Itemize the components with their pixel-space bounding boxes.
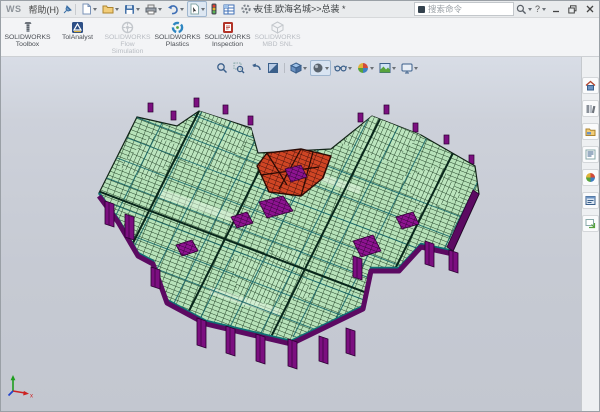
close-button[interactable] (582, 2, 597, 16)
pin-icon[interactable] (63, 5, 72, 14)
solidworks-logo-partial: WS (3, 4, 25, 14)
assembly-model[interactable] (1, 57, 584, 412)
addin-solidworks-toolbox[interactable]: SOLIDWORKS Toolbox (3, 19, 52, 55)
rebuild-traffic-light-button[interactable] (208, 1, 220, 17)
section-view-icon[interactable] (265, 60, 281, 76)
file-explorer-icon[interactable] (582, 123, 599, 140)
previous-view-icon[interactable] (248, 60, 264, 76)
search-placeholder: 搜索命令 (428, 3, 462, 15)
headsup-separator (284, 63, 285, 73)
plastics-icon (171, 21, 184, 34)
print-button[interactable] (143, 2, 164, 17)
view-settings-icon[interactable] (399, 60, 420, 76)
addin-plastics[interactable]: SOLIDWORKS Plastics (153, 19, 202, 55)
headsup-view-toolbar (214, 60, 420, 76)
main-area: x (1, 57, 599, 411)
undo-button[interactable] (165, 2, 186, 17)
titlebar-right: 搜索命令 ? (414, 2, 597, 16)
new-document-button[interactable] (79, 1, 99, 17)
toolbox-bolt-icon (22, 21, 34, 34)
flow-simulation-icon (121, 21, 134, 34)
select-button[interactable] (187, 1, 207, 17)
quick-access-toolbar (79, 1, 259, 17)
addins-toolbar: SOLIDWORKS Toolbox TolAnalyst SOLIDWORKS… (1, 18, 599, 57)
hide-show-items-icon[interactable] (332, 60, 354, 76)
solidworks-window: WS 帮助(H) (0, 0, 600, 412)
triad-x-label: x (30, 394, 33, 400)
view-orientation-icon[interactable] (288, 60, 309, 76)
document-title: 友佳.欧海名城>>总装 * (254, 1, 345, 17)
view-palette-icon[interactable] (582, 146, 599, 163)
addin-flow-simulation: SOLIDWORKS Flow Simulation (103, 19, 152, 55)
restore-button[interactable] (565, 2, 580, 16)
apply-scene-icon[interactable] (377, 60, 398, 76)
mbd-cube-icon (271, 21, 284, 34)
solidworks-forum-icon[interactable] (582, 215, 599, 232)
toolbar-separator (75, 4, 76, 15)
inspection-icon (222, 21, 234, 34)
edit-appearance-icon[interactable] (355, 60, 376, 76)
search-magnifier-icon[interactable] (516, 4, 532, 15)
zoom-to-fit-icon[interactable] (214, 60, 230, 76)
zoom-to-area-icon[interactable] (231, 60, 247, 76)
menu-help[interactable]: 帮助(H) (25, 3, 64, 16)
minimize-button[interactable] (548, 2, 563, 16)
solidworks-resources-icon[interactable] (582, 77, 599, 94)
search-scope-icon (418, 6, 425, 13)
graphics-area[interactable]: x (1, 57, 581, 411)
addin-tolanalyst[interactable]: TolAnalyst (53, 19, 102, 55)
tolanalyst-icon (71, 21, 84, 34)
display-style-icon[interactable] (310, 60, 331, 76)
appearances-scenes-icon[interactable] (582, 169, 599, 186)
titlebar: WS 帮助(H) (1, 1, 599, 18)
addin-mbd-snl: SOLIDWORKS MBD SNL (253, 19, 302, 55)
custom-properties-icon[interactable] (582, 192, 599, 209)
design-library-icon[interactable] (582, 100, 599, 117)
addin-inspection[interactable]: SOLIDWORKS Inspection (203, 19, 252, 55)
search-input[interactable]: 搜索命令 (414, 2, 514, 16)
open-button[interactable] (100, 1, 121, 17)
reference-triad: x (6, 373, 36, 399)
bom-table-button[interactable] (221, 2, 237, 17)
save-button[interactable] (122, 2, 142, 17)
help-button[interactable]: ? (534, 4, 546, 14)
